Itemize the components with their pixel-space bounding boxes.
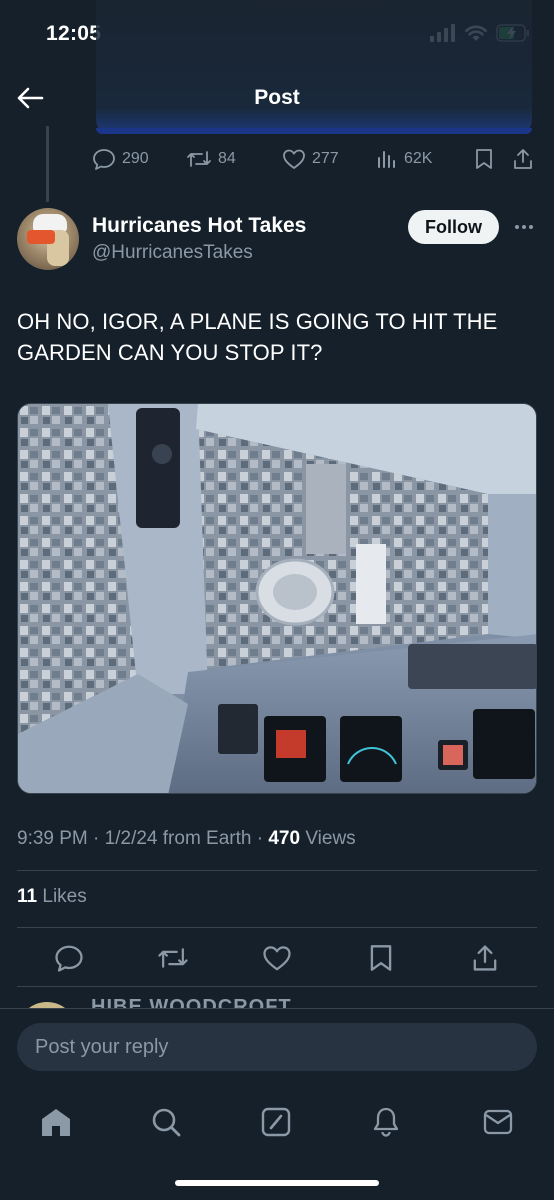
previous-like-button[interactable]: 277 bbox=[282, 148, 376, 170]
reply-button[interactable] bbox=[51, 940, 87, 976]
previous-share-button[interactable] bbox=[512, 148, 538, 170]
divider bbox=[17, 986, 537, 987]
post-views-count[interactable]: 470 bbox=[268, 828, 300, 849]
previous-reply-button[interactable]: 290 bbox=[92, 148, 186, 170]
repost-icon bbox=[187, 151, 211, 167]
previous-like-count: 277 bbox=[312, 150, 339, 167]
top-nav: Post bbox=[0, 70, 554, 126]
like-icon bbox=[263, 946, 291, 971]
repost-button[interactable] bbox=[155, 940, 191, 976]
author-handle[interactable]: @HurricanesTakes bbox=[92, 242, 253, 264]
post-author: Hurricanes Hot Takes @HurricanesTakes Fo… bbox=[17, 208, 537, 272]
views-icon bbox=[378, 151, 395, 168]
like-button[interactable] bbox=[259, 940, 295, 976]
like-icon bbox=[283, 149, 305, 169]
post-views-label: Views bbox=[305, 828, 356, 849]
post-actions bbox=[17, 940, 537, 976]
grok-icon bbox=[261, 1107, 291, 1137]
bookmark-icon bbox=[370, 945, 392, 971]
reply-input[interactable] bbox=[17, 1023, 537, 1071]
tab-home[interactable] bbox=[34, 1100, 78, 1144]
follow-button[interactable]: Follow bbox=[408, 210, 499, 244]
previous-reply-count: 290 bbox=[122, 150, 149, 167]
tab-notifications[interactable] bbox=[364, 1100, 408, 1144]
post-time: 9:39 PM bbox=[17, 828, 88, 849]
previous-repost-count: 84 bbox=[218, 150, 236, 167]
page-title: Post bbox=[254, 86, 300, 109]
post-likes-label: Likes bbox=[42, 886, 87, 907]
share-icon bbox=[473, 945, 497, 971]
post-image[interactable] bbox=[17, 403, 537, 794]
previous-post-actions: 290 84 277 62K bbox=[92, 146, 538, 172]
status-time: 12:05 bbox=[46, 22, 102, 45]
divider bbox=[17, 927, 537, 928]
cockpit-city-photo bbox=[18, 404, 536, 793]
home-indicator[interactable] bbox=[175, 1180, 379, 1186]
previous-bookmark-button[interactable] bbox=[474, 148, 512, 170]
bookmark-icon bbox=[476, 149, 492, 169]
share-button[interactable] bbox=[467, 940, 503, 976]
post-text: OH NO, IGOR, A PLANE IS GOING TO HIT THE… bbox=[17, 309, 498, 365]
tab-messages[interactable] bbox=[476, 1100, 520, 1144]
next-reply-author: HIBE WOODCROFT bbox=[91, 996, 292, 1008]
repost-icon bbox=[158, 948, 188, 968]
previous-views-count: 62K bbox=[404, 150, 433, 167]
post-meta: 9:39 PM · 1/2/24 from Earth · 470 Views bbox=[17, 828, 356, 849]
divider bbox=[17, 870, 537, 871]
next-reply-peek[interactable]: HIBE WOODCROFT bbox=[17, 994, 537, 1008]
post-date: 1/2/24 bbox=[104, 828, 158, 849]
reply-composer bbox=[0, 1008, 554, 1086]
reply-icon bbox=[93, 149, 115, 170]
post-likes-count: 11 bbox=[17, 886, 38, 907]
author-display-name[interactable]: Hurricanes Hot Takes bbox=[92, 214, 306, 238]
notifications-icon bbox=[373, 1107, 399, 1137]
tab-grok[interactable] bbox=[254, 1100, 298, 1144]
reply-icon bbox=[55, 945, 83, 972]
avatar[interactable] bbox=[17, 208, 79, 270]
previous-repost-button[interactable]: 84 bbox=[186, 149, 282, 169]
tab-search[interactable] bbox=[144, 1100, 188, 1144]
more-options-button[interactable] bbox=[511, 214, 537, 240]
home-icon bbox=[42, 1109, 70, 1136]
more-dots-icon bbox=[515, 225, 519, 229]
search-icon bbox=[152, 1108, 181, 1137]
share-icon bbox=[514, 149, 532, 169]
thread-connector-line bbox=[46, 126, 49, 202]
bookmark-button[interactable] bbox=[363, 940, 399, 976]
previous-views-button[interactable]: 62K bbox=[376, 149, 474, 169]
messages-icon bbox=[483, 1109, 513, 1135]
post-likes[interactable]: 11 Likes bbox=[17, 886, 87, 908]
post-source: from Earth bbox=[162, 828, 252, 849]
